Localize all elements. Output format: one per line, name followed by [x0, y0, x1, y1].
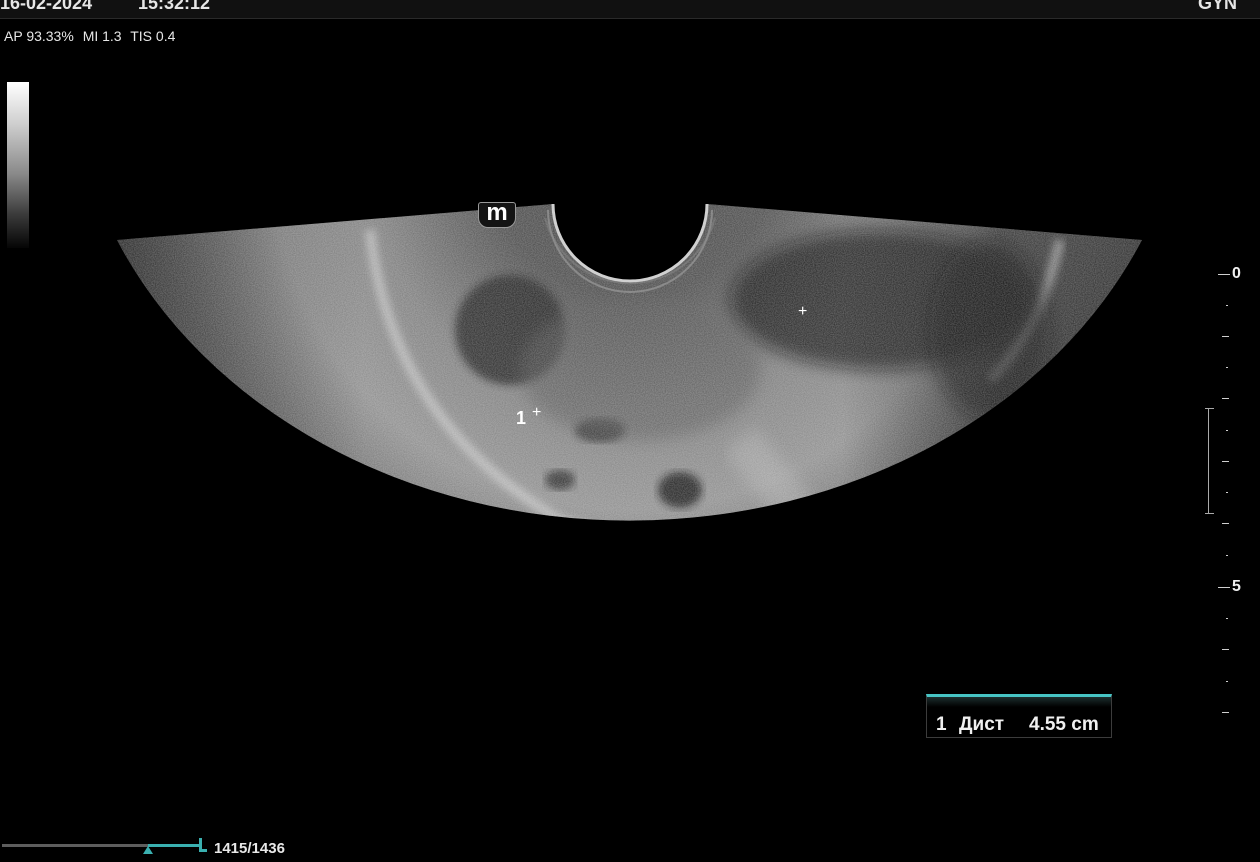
depth-tick	[1226, 367, 1228, 368]
depth-tick	[1226, 492, 1228, 493]
measurement-box-header	[927, 697, 1111, 707]
depth-tick	[1218, 274, 1230, 275]
depth-label-5: 5	[1232, 578, 1241, 595]
depth-tick	[1222, 461, 1229, 462]
measurement-value: 4.55 cm	[1029, 714, 1099, 735]
caliper-start-marker[interactable]: +	[532, 405, 541, 421]
depth-tick	[1222, 712, 1229, 713]
depth-tick	[1226, 555, 1228, 556]
depth-tick	[1218, 587, 1230, 588]
depth-tick	[1226, 618, 1228, 619]
measurement-result-box: 1 Дист 4.55 cm	[926, 694, 1112, 738]
measurement-index: 1	[936, 714, 947, 735]
depth-tick	[1222, 523, 1229, 524]
mi-value: MI 1.3	[82, 28, 122, 44]
focus-bracket-icon[interactable]	[1205, 408, 1214, 514]
depth-tick	[1222, 398, 1229, 399]
cine-end-marker-icon[interactable]	[199, 838, 207, 852]
exam-time: 15:32:12	[138, 0, 211, 13]
depth-tick	[1226, 430, 1228, 431]
cine-scrollbar-fill	[148, 844, 201, 847]
depth-label-0: 0	[1232, 265, 1241, 282]
caliper-number-label: 1	[516, 408, 527, 428]
depth-tick	[1222, 336, 1229, 337]
depth-tick	[1226, 305, 1228, 306]
tis-value: TIS 0.4	[130, 28, 176, 44]
caliper-end-marker[interactable]: +	[798, 304, 807, 320]
depth-tick	[1222, 649, 1229, 650]
grayscale-bar	[7, 82, 29, 248]
acoustic-output-status: AP 93.33% MI 1.3 TIS 0.4	[4, 28, 180, 44]
preset-label[interactable]: GYN	[1198, 0, 1237, 14]
top-bar: 16-02-2024 15:32:12 GYN	[0, 0, 1260, 19]
cine-frame-counter: 1415/1436	[214, 840, 285, 857]
measurement-label: Дист	[959, 714, 1005, 735]
exam-date: 16-02-2024	[0, 0, 93, 13]
depth-tick	[1226, 681, 1228, 682]
cine-start-marker-icon[interactable]	[143, 846, 153, 854]
orientation-marker-icon: m	[478, 201, 516, 228]
ap-value: AP 93.33%	[4, 28, 74, 44]
